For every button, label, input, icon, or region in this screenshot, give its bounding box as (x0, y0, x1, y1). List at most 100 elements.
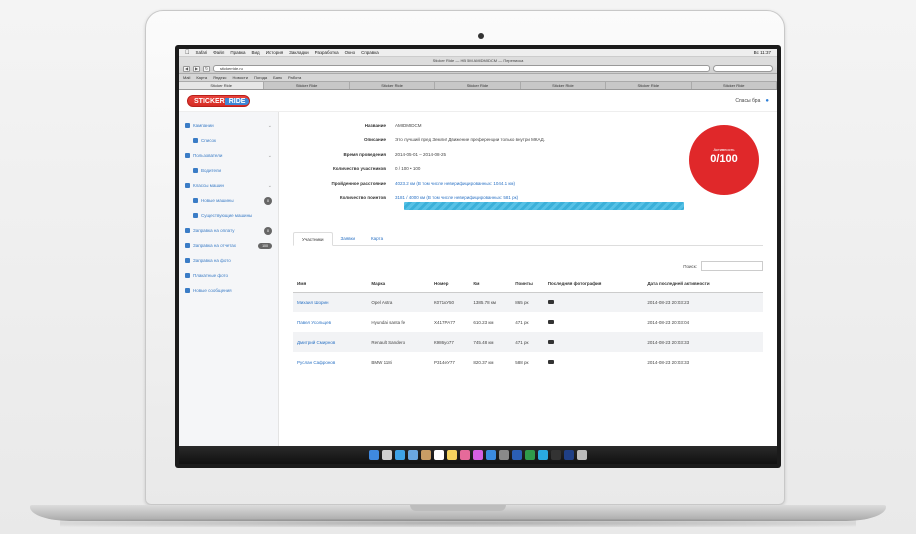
url-field[interactable]: stickerride.ru (213, 65, 710, 72)
mail-icon[interactable] (408, 450, 418, 460)
info-label: Количество участников (333, 166, 386, 172)
sidebar-item-payment-requests[interactable]: Заправка на оплату 0 (179, 223, 278, 238)
table-cell (547, 292, 648, 312)
table-header-row: Имя Марка Номер Км Поинты Последняя фото… (293, 276, 763, 293)
column-header[interactable]: Последняя фотография (547, 276, 648, 293)
menu-item[interactable]: Разработка (315, 50, 339, 55)
sidebar-item-messages[interactable]: Новые сообщения (179, 283, 278, 298)
camera-icon[interactable] (547, 299, 554, 304)
table-cell: Hyundai santa fe (371, 319, 406, 325)
word-icon[interactable] (512, 450, 522, 460)
driver-name-link[interactable]: Павел Усольцев (293, 312, 371, 332)
bookmark-item[interactable]: Яндекс (213, 75, 226, 80)
skype-icon[interactable] (538, 450, 548, 460)
column-header[interactable]: Марка (371, 276, 435, 293)
sidebar-item-list[interactable]: Список (179, 133, 278, 148)
sidebar-item-drivers[interactable]: Водители (179, 163, 278, 178)
apple-icon[interactable]:  (185, 50, 190, 56)
tab-map[interactable]: Карта (363, 232, 391, 245)
bookmarks-bar: Mail Карта Яндекс Новости Погода Банк Ра… (179, 74, 777, 82)
chevron-down-icon: ⌄ (267, 152, 272, 159)
app-header: STICKER RIDE Спасы бра ● (179, 90, 777, 112)
message-icon (185, 288, 190, 293)
driver-icon (193, 168, 198, 173)
menu-item[interactable]: История (266, 50, 283, 55)
preferences-icon[interactable] (499, 450, 509, 460)
sidebar-item-car-classes[interactable]: Классы машин ⌄ (179, 178, 278, 193)
sidebar-item-label: Заправка на отчетах (193, 243, 237, 248)
forward-icon[interactable]: ▶ (193, 65, 200, 72)
column-header[interactable]: Км (473, 276, 516, 293)
window-title: Sticker Ride — HB 5M AMIDMIDCM — Перепис… (179, 57, 777, 64)
search-label: Поиск: (683, 263, 697, 269)
menu-item[interactable]: Вид (252, 50, 260, 55)
sidebar-item-photo-requests[interactable]: Заправка на фото (179, 253, 278, 268)
photo-icon (185, 273, 190, 278)
column-header[interactable]: Дата последней активности (647, 276, 763, 293)
terminal-icon[interactable] (551, 450, 561, 460)
itunes-icon[interactable] (473, 450, 483, 460)
camera-icon[interactable] (547, 319, 554, 324)
launchpad-icon[interactable] (382, 450, 392, 460)
appstore-icon[interactable] (486, 450, 496, 460)
bookmark-item[interactable]: Карта (196, 75, 207, 80)
user-menu[interactable]: Спасы бра ● (735, 98, 769, 104)
driver-name-link[interactable]: Руслан Сафронов (293, 352, 371, 372)
clock-status[interactable]: Вс 11:37 (754, 50, 771, 55)
browser-tab[interactable]: Sticker Ride (264, 82, 350, 89)
camera-icon[interactable] (547, 339, 554, 344)
trash-icon[interactable] (577, 450, 587, 460)
browser-tab[interactable]: Sticker Ride (521, 82, 607, 89)
finder-icon[interactable] (369, 450, 379, 460)
bookmark-item[interactable]: Банк (273, 75, 282, 80)
browser-tab[interactable]: Sticker Ride (435, 82, 521, 89)
menu-item[interactable]: Safari (196, 50, 208, 55)
browser-tab[interactable]: Sticker Ride (179, 82, 265, 89)
camera-icon[interactable] (547, 359, 554, 364)
notes-icon[interactable] (447, 450, 457, 460)
driver-name-link[interactable]: Михаил Шорин (293, 292, 372, 312)
sidebar-item-label: Существующие машины (201, 213, 253, 218)
logo[interactable]: STICKER RIDE (187, 94, 251, 107)
sidebar-item-new-cars[interactable]: Новые машины 0 (179, 193, 278, 208)
excel-icon[interactable] (525, 450, 535, 460)
search-input[interactable] (701, 261, 763, 271)
info-value[interactable]: 3181 / 4000 км (В том числе неверифициро… (395, 195, 763, 200)
column-header[interactable]: Номер (434, 276, 474, 293)
column-header[interactable]: Поинты (515, 276, 548, 293)
sidebar-item-report-requests[interactable]: Заправка на отчетах 100 (179, 238, 278, 253)
calendar-icon[interactable] (434, 450, 444, 460)
sidebar-item-poster-photos[interactable]: Плакатные фото (179, 268, 278, 283)
photoshop-icon[interactable] (564, 450, 574, 460)
laptop-shadow (60, 519, 856, 527)
menu-item[interactable]: Закладки (289, 50, 308, 55)
browser-tab[interactable]: Sticker Ride (606, 82, 692, 89)
browser-tab[interactable]: Sticker Ride (350, 82, 436, 89)
driver-name-link[interactable]: Дмитрий Смирнов (293, 332, 372, 352)
sidebar-item-users[interactable]: Пользователи ⌄ (179, 148, 278, 163)
sidebar-item-campaigns[interactable]: Кампании ⌄ (179, 118, 278, 133)
browser-search-field[interactable] (713, 65, 773, 72)
bookmark-item[interactable]: Новости (233, 75, 248, 80)
campaigns-icon (185, 123, 190, 128)
browser-tab[interactable]: Sticker Ride (692, 82, 777, 89)
menu-item[interactable]: Файл (213, 50, 224, 55)
bookmark-item[interactable]: Mail (183, 75, 190, 80)
count-badge: 100 (258, 242, 272, 249)
contacts-icon[interactable] (421, 450, 431, 460)
column-header[interactable]: Имя (293, 276, 372, 293)
bookmark-item[interactable]: Работа (288, 75, 301, 80)
photos-icon[interactable] (460, 450, 470, 460)
count-badge: 0 (264, 196, 272, 205)
tab-requests[interactable]: Заявки (333, 232, 364, 245)
menu-item[interactable]: Справка (361, 50, 379, 55)
menu-item[interactable]: Правка (230, 50, 245, 55)
reload-icon[interactable]: ↻ (203, 65, 210, 72)
bookmark-item[interactable]: Погода (254, 75, 267, 80)
menu-item[interactable]: Окно (345, 50, 355, 55)
dock (179, 446, 777, 464)
safari-icon[interactable] (395, 450, 405, 460)
tab-participants[interactable]: Участники (293, 232, 333, 246)
sidebar-item-existing-cars[interactable]: Существующие машины (179, 208, 278, 223)
back-icon[interactable]: ◀ (183, 65, 190, 72)
